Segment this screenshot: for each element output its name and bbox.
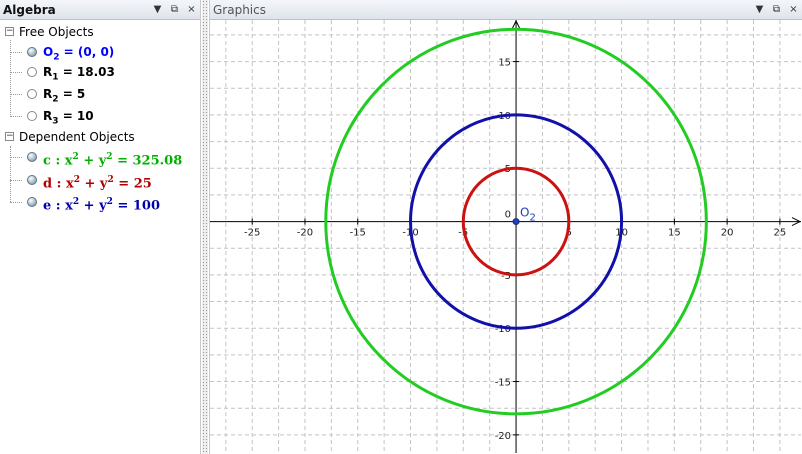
graphics-panel: Graphics ▼ ⧉ × -25-20-15-10-5510152025 2…: [209, 0, 802, 454]
close-icon[interactable]: ×: [787, 3, 800, 16]
undock-icon[interactable]: ⧉: [770, 3, 783, 16]
algebra-panel: Algebra ▼ ⧉ × − Free Objects O2 = (0, 0)…: [0, 0, 201, 454]
group-label: Dependent Objects: [19, 130, 135, 144]
algebra-item-o2[interactable]: O2 = (0, 0): [0, 42, 200, 62]
graphics-panel-title: Graphics: [213, 3, 266, 17]
origin-label: 0: [505, 210, 511, 221]
x-tick-label: 15: [668, 228, 681, 239]
algebra-item-d[interactable]: d : x2 + y2 = 25: [0, 170, 200, 191]
tree-connector: [10, 94, 22, 95]
algebra-item-c[interactable]: c : x2 + y2 = 325.08: [0, 147, 200, 168]
undock-icon[interactable]: ⧉: [168, 3, 181, 16]
panel-menu-icon[interactable]: ▼: [151, 3, 164, 16]
y-tick-label: -20: [495, 431, 511, 442]
panel-splitter[interactable]: [202, 0, 208, 454]
x-tick-label: 25: [774, 228, 787, 239]
equation-c: c : x2 + y2 = 325.08: [43, 152, 183, 169]
tree-group-free-objects[interactable]: − Free Objects: [0, 22, 200, 42]
visibility-toggle-icon[interactable]: [27, 47, 37, 57]
x-tick-label: 20: [721, 228, 734, 239]
tree-connector: [10, 180, 22, 181]
visibility-toggle-icon[interactable]: [27, 89, 37, 99]
graphics-panel-header: Graphics ▼ ⧉ ×: [210, 0, 802, 20]
tree-connector: [10, 52, 22, 53]
point-label-name: O: [520, 206, 529, 220]
equation-e: e : x2 + y2 = 100: [43, 197, 161, 214]
x-tick-label: -25: [244, 228, 260, 239]
visibility-toggle-icon[interactable]: [27, 152, 37, 162]
visibility-toggle-icon[interactable]: [27, 175, 37, 185]
point-o2[interactable]: [512, 218, 520, 226]
graphics-canvas[interactable]: -25-20-15-10-5510152025 2015105-5-10-15-…: [210, 20, 801, 453]
tree-connector: [10, 157, 22, 158]
panel-menu-icon[interactable]: ▼: [753, 3, 766, 16]
algebra-item-e[interactable]: e : x2 + y2 = 100: [0, 192, 200, 213]
tree-connector: [10, 202, 22, 203]
x-tick-label: -20: [297, 228, 313, 239]
algebra-item-r2[interactable]: R2 = 5: [0, 84, 200, 104]
x-tick-label: -15: [350, 228, 366, 239]
algebra-item-r1[interactable]: R1 = 18.03: [0, 62, 200, 82]
tree-connector: [10, 72, 22, 73]
tree-group-dependent-objects[interactable]: − Dependent Objects: [0, 127, 200, 147]
algebra-panel-title: Algebra: [3, 3, 56, 17]
close-icon[interactable]: ×: [185, 3, 198, 16]
algebra-panel-header: Algebra ▼ ⧉ ×: [0, 0, 200, 20]
algebra-item-r3[interactable]: R3 = 10: [0, 106, 200, 126]
y-tick-label: -15: [495, 378, 511, 389]
y-tick-labels: 2015105-5-10-15-200: [495, 58, 511, 442]
equation-d: d : x2 + y2 = 25: [43, 175, 152, 192]
point-o2-label: O2: [520, 206, 536, 224]
visibility-toggle-icon[interactable]: [27, 67, 37, 77]
tree-connector: [10, 116, 22, 117]
group-label: Free Objects: [19, 25, 94, 39]
y-tick-label: 15: [498, 58, 511, 69]
visibility-toggle-icon[interactable]: [27, 197, 37, 207]
collapse-icon[interactable]: −: [5, 132, 14, 141]
visibility-toggle-icon[interactable]: [27, 111, 37, 121]
point-label-sub: 2: [530, 213, 536, 224]
collapse-icon[interactable]: −: [5, 27, 14, 36]
